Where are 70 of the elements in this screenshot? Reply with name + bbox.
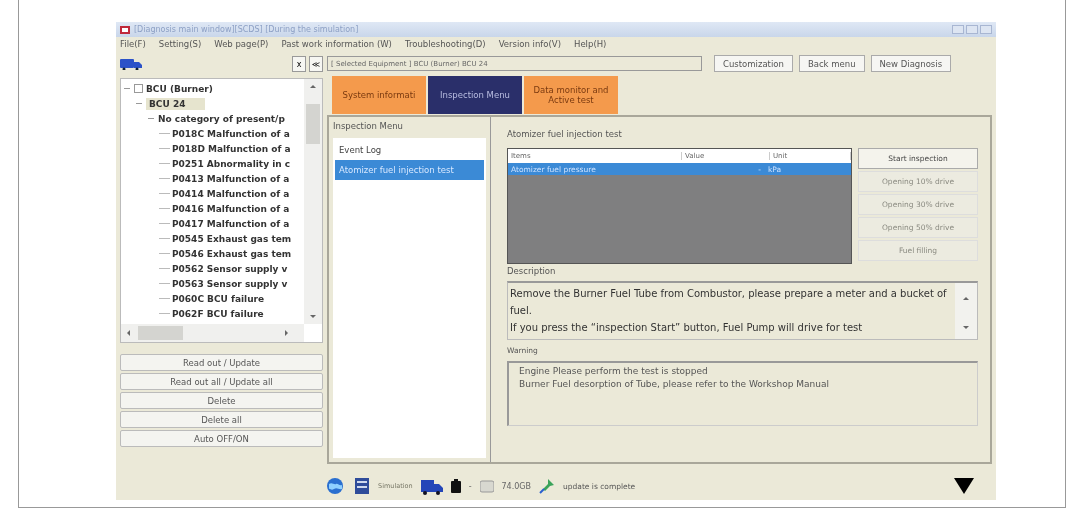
tree-item[interactable]: P060C BCU failure [172,293,269,304]
menu-item[interactable]: Setting(S) [158,38,202,49]
scroll-right-icon[interactable] [285,330,288,336]
scroll-left-icon[interactable] [127,330,130,336]
scroll-down-icon[interactable] [310,315,316,318]
warning-text: Burner Fuel desorption of Tube, please refer to the Workshop Manual [519,378,830,391]
tree-item[interactable]: P062F BCU failure [172,308,268,319]
battery-reading: - [468,481,472,491]
side-button[interactable]: Read out all / Update all [120,373,323,390]
globe-icon [326,477,346,495]
tree-item[interactable]: P0562 Sensor supply v [172,263,292,274]
section-label: Description [507,266,557,278]
list-item[interactable]: Event Log [335,140,484,160]
warning-text: Engine Please perform the test is stopped [519,365,709,378]
description-text: If you press the “inspection Start” button, Fuel Pump will drive for test [510,321,864,335]
header-button[interactable]: Back menu [798,55,865,72]
tree-item[interactable]: P0251 Abnormality in c [172,158,295,169]
book-icon [354,477,370,495]
tab[interactable]: System informati [332,76,426,114]
header-button[interactable]: Customization [714,55,793,72]
horizontal-scrollbar[interactable] [121,324,304,342]
scroll-down-icon[interactable] [963,326,969,329]
tree-item[interactable]: P0416 Malfunction of a [172,203,294,214]
app-icon [120,25,130,34]
scroll-up-icon[interactable] [963,297,969,300]
window-title: [Diagnosis main window][SCDS] [During the simulation] [134,25,359,34]
checkbox[interactable] [134,84,143,93]
menu-item[interactable]: Help(H) [574,38,607,49]
side-button[interactable]: Auto OFF/ON [120,430,323,447]
side-button[interactable]: Delete all [120,411,323,428]
header-button[interactable]: New Diagnosis [870,55,952,72]
close-button[interactable] [980,25,992,34]
tree-item[interactable]: P0417 Malfunction of a [172,218,294,229]
menu-item[interactable]: Troubleshooting(D) [404,38,486,49]
close-panel-button[interactable]: x [292,56,306,72]
menu-item[interactable]: Web page(P) [214,38,269,49]
menu-item[interactable]: Past work information (W) [281,38,392,49]
tree-item[interactable]: P0545 Exhaust gas tem [172,233,296,244]
truck-icon [420,477,443,495]
battery-icon [450,479,461,493]
minimize-button[interactable] [952,25,964,34]
section-label: Inspection Menu [333,121,404,133]
menu-item[interactable]: Version info(V) [498,38,561,49]
pin-icon [539,478,555,494]
disk-space: 74.0GB [501,481,531,491]
description-text: Remove the Burner Fuel Tube from Combustor, please prepare a meter and a bucket of fuel. [510,287,948,318]
vertical-scrollbar[interactable] [304,79,322,324]
tree-item[interactable]: P0546 Exhaust gas tem [172,248,296,259]
side-button[interactable]: Read out / Update [120,354,323,371]
collapse-button[interactable]: ≪ [309,56,323,72]
vertical-scrollbar[interactable] [955,283,977,339]
scroll-thumb[interactable] [306,104,320,144]
menu-item[interactable]: File(F) [120,38,146,49]
tab[interactable]: Inspection Menu [428,76,522,114]
dropdown-icon [954,478,974,494]
tree-item[interactable]: P0414 Malfunction of a [172,188,294,199]
tree-item[interactable]: P018D Malfunction of a [172,143,295,154]
maximize-button[interactable] [966,25,978,34]
tree-item[interactable]: P0413 Malfunction of a [172,173,294,184]
tab[interactable]: Data monitor and Active test [524,76,618,114]
tree-item[interactable]: P018C Malfunction of a [172,128,294,139]
tree-item[interactable]: P0563 Sensor supply v [172,278,292,289]
scroll-thumb[interactable] [138,326,183,340]
truck-icon [120,58,142,70]
scroll-up-icon[interactable] [310,85,316,88]
tree-item[interactable]: BCU (Burner) [146,83,217,94]
section-title: Atomizer fuel injection test [507,129,623,141]
tree-item[interactable]: No category of present/p [158,113,289,124]
tree-item[interactable]: BCU 24 [146,97,206,110]
side-button[interactable]: Delete [120,392,323,409]
